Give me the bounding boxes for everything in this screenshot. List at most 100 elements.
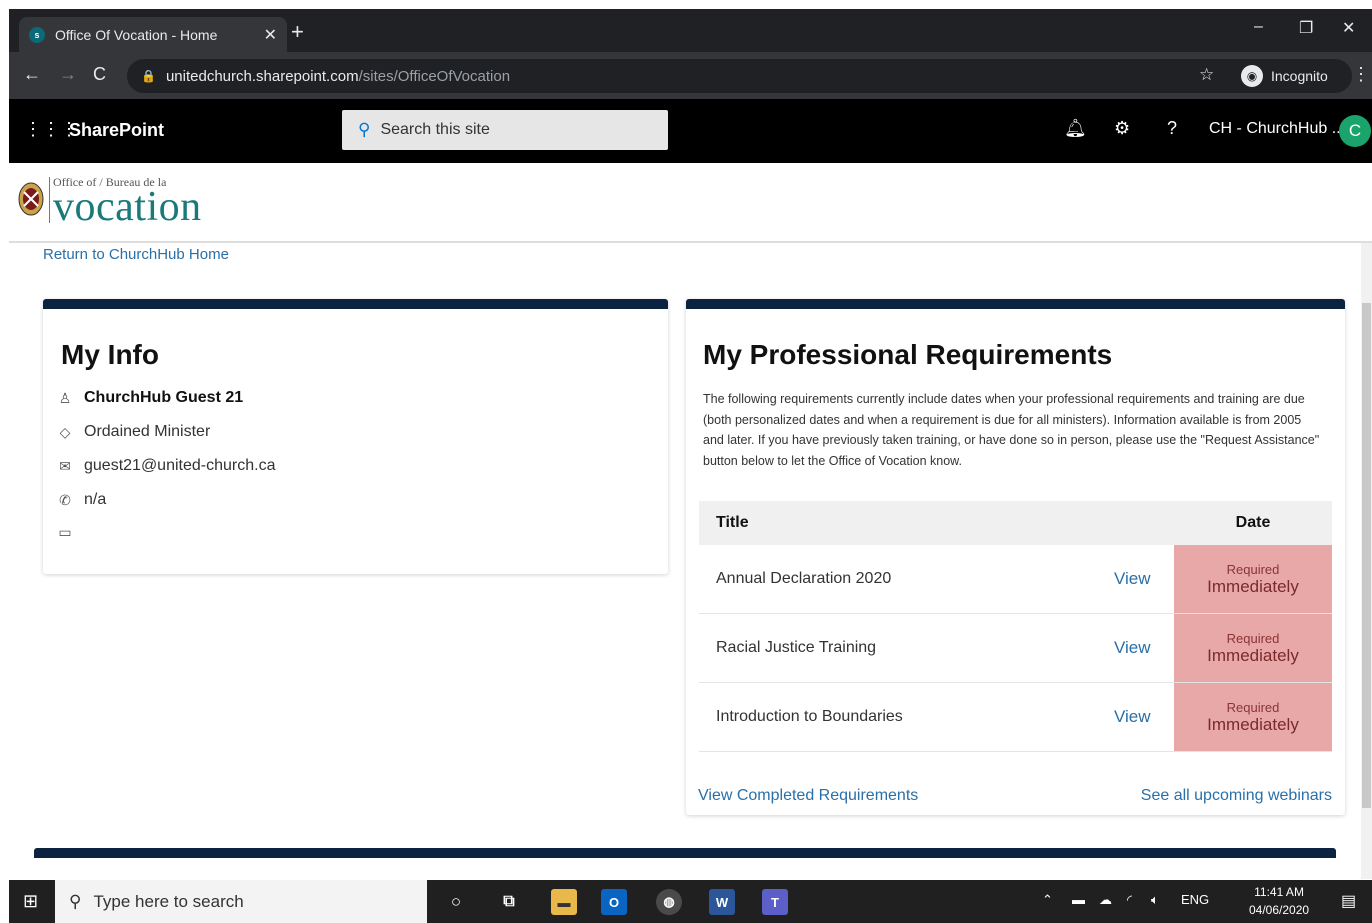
info-phone-row: ✆ n/a xyxy=(55,491,106,509)
logo-divider xyxy=(49,177,50,223)
new-tab-icon[interactable]: + xyxy=(291,19,304,45)
tag-icon: ◇ xyxy=(59,423,71,440)
view-link[interactable]: View xyxy=(1114,569,1174,589)
volume-icon[interactable]: 🔈︎ xyxy=(1151,892,1159,908)
windows-taskbar: ⊞ ⚲ Type here to search ○ ⧉ ▬ O ◍ W T ⌃ … xyxy=(9,880,1372,923)
incognito-indicator[interactable]: ◉ Incognito xyxy=(1241,61,1328,91)
action-center-icon[interactable]: ▤ xyxy=(1341,891,1356,911)
person-icon: ♙ xyxy=(58,389,72,406)
sharepoint-suite-bar: ⋮⋮⋮ SharePoint ⚲ Search this site 🔔︎ ⚙ ?… xyxy=(9,99,1372,163)
teams-icon[interactable]: T xyxy=(762,889,788,915)
task-view-icon[interactable]: ⧉ xyxy=(496,889,522,915)
file-explorer-icon[interactable]: ▬ xyxy=(551,889,577,915)
view-completed-requirements-link[interactable]: View Completed Requirements xyxy=(698,787,918,805)
status-immediately: Immediately xyxy=(1207,576,1299,596)
window-top-edge xyxy=(0,0,1372,9)
sharepoint-brand[interactable]: SharePoint xyxy=(69,120,164,141)
close-window-icon[interactable]: ✕ xyxy=(1342,18,1355,38)
back-arrow-icon[interactable]: ← xyxy=(23,64,41,85)
url-path: /sites/OfficeOfVocation xyxy=(358,67,511,85)
status-badge: Required Immediately xyxy=(1174,683,1332,751)
site-search-input[interactable]: ⚲ Search this site xyxy=(342,110,668,150)
view-link[interactable]: View xyxy=(1114,638,1174,658)
site-header: Office of / Bureau de la vocation xyxy=(9,163,1372,243)
clock-date: 04/06/2020 xyxy=(1249,903,1310,917)
column-header-title: Title xyxy=(716,514,749,531)
lock-icon: 🔒 xyxy=(141,69,156,83)
cortana-icon[interactable]: ○ xyxy=(443,889,469,915)
windows-start-icon[interactable]: ⊞ xyxy=(23,891,38,912)
requirement-title: Racial Justice Training xyxy=(716,639,877,656)
incognito-label: Incognito xyxy=(1271,68,1328,84)
browser-tab[interactable]: s Office Of Vocation - Home ✕ xyxy=(19,17,287,52)
table-header: Title Date xyxy=(699,501,1332,545)
tab-close-icon[interactable]: ✕ xyxy=(264,25,277,45)
user-phone: n/a xyxy=(84,491,107,508)
my-info-title: My Info xyxy=(61,339,159,370)
requirement-title: Annual Declaration 2020 xyxy=(716,570,892,587)
requirements-footer-links: View Completed Requirements See all upco… xyxy=(698,787,1332,805)
forward-arrow-icon[interactable]: → xyxy=(59,64,77,85)
browser-menu-icon[interactable]: ⋮ xyxy=(1352,64,1370,85)
tray-expand-icon[interactable]: ⌃ xyxy=(1042,892,1053,908)
table-row: Introduction to Boundaries View Required… xyxy=(699,683,1332,752)
status-required: Required xyxy=(1226,630,1280,646)
table-row: Annual Declaration 2020 View Required Im… xyxy=(699,545,1332,614)
phone-icon: ✆ xyxy=(59,491,71,508)
user-account-name[interactable]: CH - ChurchHub .. xyxy=(1209,120,1341,138)
wifi-icon[interactable]: ◜ xyxy=(1127,892,1132,908)
chrome-icon[interactable]: ◍ xyxy=(656,889,682,915)
page-scrollbar[interactable] xyxy=(1361,243,1372,879)
language-indicator[interactable]: ENG xyxy=(1181,892,1209,907)
search-icon: ⚲ xyxy=(358,120,371,139)
table-row: Racial Justice Training View Required Im… xyxy=(699,614,1332,683)
address-bar[interactable]: 🔒 unitedchurch.sharepoint.com/sites/Offi… xyxy=(127,59,1352,93)
requirements-title: My Professional Requirements xyxy=(703,339,1113,370)
user-avatar[interactable]: C xyxy=(1339,115,1371,147)
requirements-description: The following requirements currently inc… xyxy=(703,392,1320,468)
reload-icon[interactable]: C xyxy=(93,64,106,85)
taskbar-clock[interactable]: 11:41 AM 04/06/2020 xyxy=(1249,883,1309,919)
tray-device-icon[interactable]: ▬ xyxy=(1072,892,1085,907)
status-badge: Required Immediately xyxy=(1174,614,1332,682)
search-icon: ⚲ xyxy=(69,891,82,911)
notifications-bell-icon[interactable]: 🔔︎ xyxy=(1064,118,1087,139)
scrollbar-thumb[interactable] xyxy=(1362,303,1371,808)
clock-time: 11:41 AM xyxy=(1254,885,1304,899)
see-upcoming-webinars-link[interactable]: See all upcoming webinars xyxy=(1141,787,1332,805)
requirements-table: Title Date Annual Declaration 2020 View … xyxy=(699,501,1332,752)
status-required: Required xyxy=(1226,699,1280,715)
status-immediately: Immediately xyxy=(1207,714,1299,734)
user-role: Ordained Minister xyxy=(84,423,211,440)
site-logo-vocation[interactable]: vocation xyxy=(53,183,202,231)
onedrive-cloud-icon[interactable]: ☁ xyxy=(1099,892,1112,908)
minimize-icon[interactable]: – xyxy=(1254,18,1263,36)
word-icon[interactable]: W xyxy=(709,889,735,915)
requirement-title: Introduction to Boundaries xyxy=(716,708,903,725)
outlook-icon[interactable]: O xyxy=(601,889,627,915)
bookmark-star-icon[interactable]: ☆ xyxy=(1199,65,1214,85)
info-role-row: ◇ Ordained Minister xyxy=(55,423,211,441)
user-name: ChurchHub Guest 21 xyxy=(84,389,244,406)
help-question-icon[interactable]: ? xyxy=(1167,118,1177,139)
column-header-date: Date xyxy=(1235,514,1271,531)
taskbar-search-placeholder: Type here to search xyxy=(93,891,244,911)
user-email[interactable]: guest21@united-church.ca xyxy=(84,457,275,475)
view-link[interactable]: View xyxy=(1114,707,1174,727)
browser-toolbar: ← → C 🔒 unitedchurch.sharepoint.com/site… xyxy=(9,52,1372,99)
next-section-card xyxy=(34,848,1336,880)
incognito-icon: ◉ xyxy=(1241,65,1263,87)
sharepoint-favicon-icon: s xyxy=(29,26,45,43)
site-search-placeholder: Search this site xyxy=(380,121,490,138)
restore-icon[interactable]: ❐ xyxy=(1299,18,1313,38)
taskbar-search-input[interactable]: ⚲ Type here to search xyxy=(55,880,427,923)
browser-tabstrip: s Office Of Vocation - Home ✕ + – ❐ ✕ xyxy=(9,9,1372,52)
united-church-crest-icon xyxy=(18,182,44,216)
my-info-card: My Info ♙ ChurchHub Guest 21 ◇ Ordained … xyxy=(43,299,668,574)
settings-gear-icon[interactable]: ⚙ xyxy=(1114,118,1130,139)
return-to-churchhub-link[interactable]: Return to ChurchHub Home xyxy=(43,246,229,263)
status-badge: Required Immediately xyxy=(1174,545,1332,613)
status-immediately: Immediately xyxy=(1207,645,1299,665)
tab-title: Office Of Vocation - Home xyxy=(55,26,218,43)
info-name-row: ♙ ChurchHub Guest 21 xyxy=(55,389,243,407)
